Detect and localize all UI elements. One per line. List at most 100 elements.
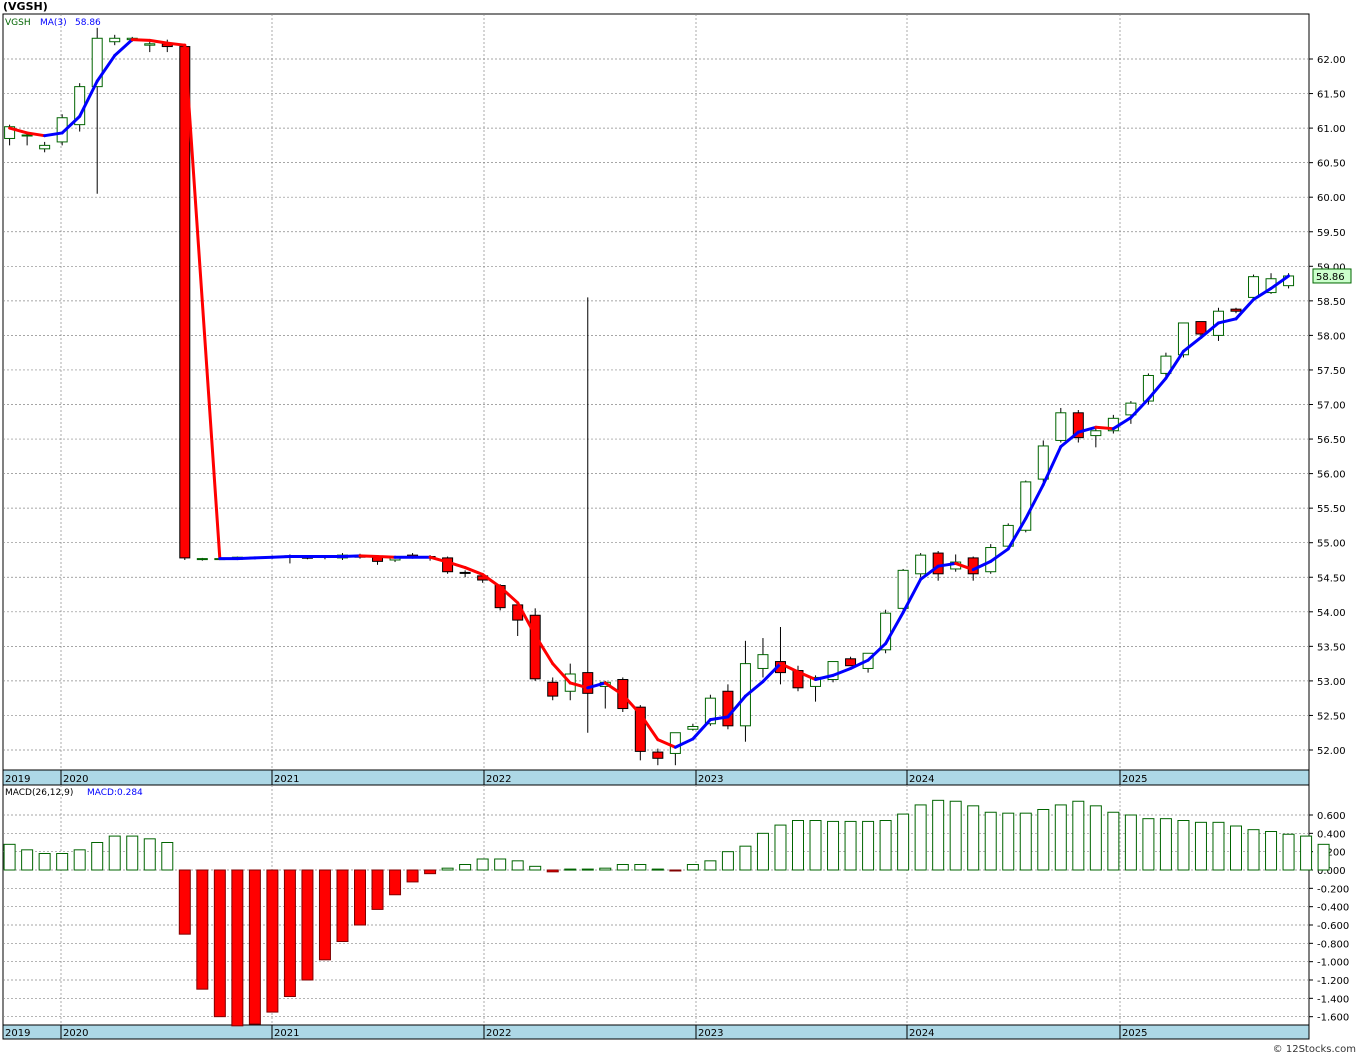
ma-line-segment [253, 555, 274, 560]
candle-down [967, 557, 979, 575]
macd-bar-negative [178, 869, 191, 935]
macd-bar-positive [862, 820, 875, 871]
macd-bar-positive [774, 824, 787, 871]
macd-bar-positive [1089, 805, 1102, 871]
x-tick-label: 2022 [486, 774, 511, 785]
macd-bar-positive [827, 820, 840, 871]
macd-tick-label: -1.200 [1317, 976, 1349, 987]
price-tick-label: 54.00 [1317, 608, 1346, 619]
macd-bar-positive [161, 842, 174, 871]
macd-bar-negative [424, 869, 437, 875]
macd-bar-positive [914, 804, 927, 871]
macd-bar-positive [1124, 814, 1137, 871]
candle-up [915, 554, 927, 575]
macd-bar-positive [494, 858, 507, 871]
macd-tick-label: 0.400 [1317, 829, 1346, 840]
macd-tick-label: -0.600 [1317, 921, 1349, 932]
candle-down [722, 690, 734, 727]
macd-bar-negative [318, 869, 331, 961]
price-tick-label: 58.50 [1317, 297, 1346, 308]
macd-bar-positive [441, 867, 454, 871]
price-tick-label: 57.00 [1317, 401, 1346, 412]
macd-bar-positive [1194, 821, 1207, 871]
ma-line-segment [340, 554, 362, 559]
macd-legend-value: MACD:0.284 [87, 788, 143, 798]
macd-bar-positive [1054, 804, 1067, 871]
x-tick-label: 2024 [909, 1028, 934, 1039]
macd-bar-positive [564, 868, 577, 871]
macd-bar-positive [844, 820, 857, 871]
price-legend-ma-label: MA(3) [40, 18, 67, 28]
ma-line-segment [235, 556, 257, 561]
price-tick-label: 61.50 [1317, 90, 1346, 101]
price-tick-label: 60.00 [1317, 193, 1346, 204]
price-tick-label: 56.00 [1317, 470, 1346, 481]
macd-bar-positive [1072, 800, 1085, 871]
candle-up [144, 43, 156, 46]
price-tick-label: 58.00 [1317, 331, 1346, 342]
x-tick-label: 2023 [698, 774, 723, 785]
macd-bar-positive [511, 860, 524, 871]
macd-bar-positive [1212, 821, 1225, 871]
macd-bar-negative [389, 869, 402, 896]
price-tick-label: 54.50 [1317, 573, 1346, 584]
macd-tick-label: -1.400 [1317, 994, 1349, 1005]
macd-bar-negative [248, 869, 261, 1025]
candle-down [845, 658, 857, 667]
candle-down [582, 672, 594, 694]
macd-bar-negative [406, 869, 419, 883]
ma-line-segment [376, 555, 397, 559]
candle-down [1230, 308, 1242, 312]
macd-bar-positive [897, 813, 910, 871]
price-tick-label: 52.50 [1317, 711, 1346, 722]
macd-bar-negative [283, 869, 296, 997]
macd-bar-positive [91, 842, 104, 871]
x-tick-label: 2021 [274, 1028, 299, 1039]
price-tick-label: 55.50 [1317, 504, 1346, 515]
ma-line-segment [358, 554, 380, 559]
macd-tick-label: -0.200 [1317, 884, 1349, 895]
x-tick-label: 2019 [5, 1028, 30, 1039]
macd-date-axis [2, 1024, 1310, 1040]
macd-bar-negative [231, 869, 244, 1027]
macd-bar-positive [704, 860, 717, 871]
candle-up [1055, 412, 1067, 441]
price-tick-label: 53.50 [1317, 642, 1346, 653]
macd-bar-positive [459, 864, 472, 871]
price-legend-ma-value: 58.86 [75, 18, 101, 28]
macd-bar-positive [686, 864, 699, 871]
candle-up [109, 37, 121, 43]
ma-line-segment [1094, 425, 1115, 431]
macd-bar-positive [651, 868, 664, 871]
candle-up [39, 144, 51, 150]
macd-bar-positive [476, 858, 489, 871]
x-tick-label: 2024 [909, 774, 934, 785]
x-tick-label: 2020 [63, 1028, 88, 1039]
price-panel [2, 13, 1310, 771]
macd-bar-positive [38, 853, 51, 871]
macd-bar-positive [1002, 812, 1015, 871]
price-tick-label: 61.00 [1317, 124, 1346, 135]
price-tick-label: 52.00 [1317, 746, 1346, 757]
macd-bar-positive [1265, 831, 1278, 871]
macd-bar-negative [669, 869, 682, 872]
macd-bar-negative [336, 869, 349, 942]
macd-bar-positive [1107, 811, 1120, 871]
macd-bar-positive [1300, 835, 1313, 871]
macd-bar-positive [1317, 843, 1330, 871]
macd-bar-negative [371, 869, 384, 910]
candle-down [652, 751, 664, 759]
price-tick-label: 59.50 [1317, 228, 1346, 239]
candle-up [669, 732, 681, 754]
candle-down [179, 46, 191, 559]
candle-up [1248, 276, 1260, 298]
price-tick-label: 55.00 [1317, 539, 1346, 550]
ma-line-segment [165, 41, 187, 47]
footer-credit: © 12Stocks.com [1272, 1044, 1356, 1055]
macd-bar-positive [634, 864, 647, 871]
macd-bar-positive [1247, 829, 1260, 871]
macd-bar-positive [1037, 809, 1050, 871]
macd-bar-positive [599, 867, 612, 871]
candle-down [547, 681, 559, 697]
macd-tick-label: -1.600 [1317, 1013, 1349, 1024]
